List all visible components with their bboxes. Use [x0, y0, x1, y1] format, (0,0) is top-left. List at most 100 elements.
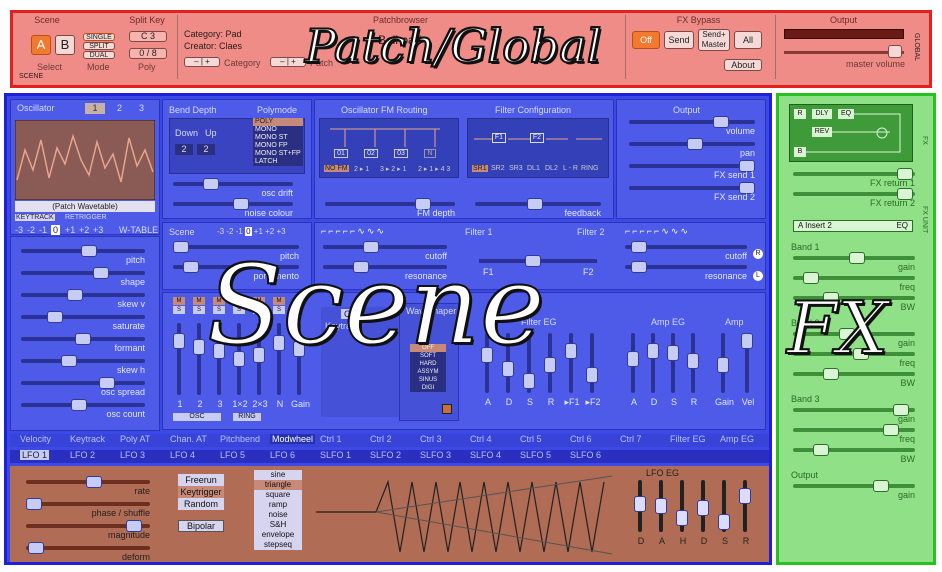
scene-step[interactable]: +3	[276, 227, 285, 236]
waveshaper-option[interactable]: SINUS	[410, 376, 446, 384]
keytrack-toggle[interactable]: KEYTRACK	[15, 214, 55, 221]
osc-tab-1[interactable]: 1	[85, 103, 105, 114]
fx-bypass-off[interactable]: Off	[632, 31, 660, 49]
fx-bypass-all[interactable]: All	[734, 31, 762, 49]
scene-step[interactable]: +2	[265, 227, 274, 236]
filter-type-option[interactable]: L - R	[562, 165, 579, 172]
scene-mode-single[interactable]: SINGLE	[83, 33, 115, 41]
osc-step[interactable]: +3	[93, 225, 103, 235]
mod-source[interactable]: Velocity	[20, 434, 51, 444]
polymode-option[interactable]: MONO FP	[253, 142, 303, 150]
osc-tab-2[interactable]: 2	[117, 103, 122, 113]
mixer-0-fader[interactable]	[173, 333, 185, 349]
lfo-tab[interactable]: LFO 1	[20, 450, 50, 460]
waveshaper-option[interactable]: DIGI	[410, 384, 446, 392]
patch-name[interactable]: Bell pad	[378, 33, 421, 47]
amp-1-fader[interactable]	[741, 333, 753, 349]
polymode-option[interactable]: MONO ST+FP	[253, 150, 303, 158]
filter-eg-1-fader[interactable]	[502, 361, 514, 377]
osc-step-selected[interactable]: 0	[51, 225, 61, 235]
scene-step[interactable]: -1	[236, 227, 243, 236]
mod-source[interactable]: Ctrl 7	[620, 434, 642, 444]
lfo-shape-option[interactable]: stepseq	[254, 540, 302, 550]
mod-source[interactable]: Ctrl 5	[520, 434, 542, 444]
lfo-eg-0-fader[interactable]	[634, 496, 646, 512]
filter-eg-3-fader[interactable]	[544, 357, 556, 373]
mod-source[interactable]: Pitchbend	[220, 434, 260, 444]
mod-source[interactable]: Ctrl 2	[370, 434, 392, 444]
filter-type-option[interactable]: SR3	[508, 165, 524, 172]
osc-step[interactable]: -2	[27, 225, 35, 235]
lfo-tab[interactable]: SLFO 5	[520, 450, 551, 460]
scene-step[interactable]: -3	[217, 227, 224, 236]
bend-up-value[interactable]: 2	[197, 144, 215, 155]
mod-source[interactable]: Ctrl 1	[320, 434, 342, 444]
mod-source[interactable]: Chan. AT	[170, 434, 207, 444]
lfo-shape-option[interactable]: sine	[254, 470, 302, 480]
polymode-option[interactable]: LATCH	[253, 158, 303, 166]
osc-step[interactable]: -3	[15, 225, 23, 235]
fm-option[interactable]: 2 ▸ 1 ▸ 4 3	[418, 165, 450, 173]
scene-b-button[interactable]: B	[55, 35, 75, 55]
lfo-tab[interactable]: LFO 5	[220, 450, 245, 460]
patch-prev-next[interactable]: – | +	[270, 57, 306, 67]
scene-mode-split[interactable]: SPLIT	[83, 42, 115, 50]
fx-bypass-send[interactable]: Send	[664, 31, 694, 49]
bipolar-toggle[interactable]: Bipolar	[178, 520, 224, 532]
waveshaper-icon[interactable]	[442, 404, 452, 414]
mixer-1-fader[interactable]	[193, 339, 205, 355]
lfo-shape-option[interactable]: triangle	[254, 480, 302, 490]
mixer-mute-button[interactable]: M	[253, 297, 265, 305]
fx-bypass-send-master[interactable]: Send+ Master	[698, 29, 730, 51]
amp-eg-2-fader[interactable]	[667, 345, 679, 361]
lfo-trigger-option[interactable]: Random	[178, 498, 224, 510]
filter-type-option[interactable]: DL2	[544, 165, 559, 172]
filter-type-option[interactable]: RING	[580, 165, 600, 172]
split-key-value[interactable]: C 3	[129, 31, 167, 42]
amp-eg-3-fader[interactable]	[687, 353, 699, 369]
wavetable-selector[interactable]: (Patch Wavetable)	[15, 201, 155, 212]
polymode-option[interactable]: MONO	[253, 126, 303, 134]
mixer-solo-button[interactable]: S	[273, 306, 285, 314]
lfo-tab[interactable]: LFO 6	[270, 450, 295, 460]
fx-insert-selector[interactable]: A Insert 2 EQ	[793, 220, 913, 232]
mod-source[interactable]: Poly AT	[120, 434, 150, 444]
mixer-4-fader[interactable]	[253, 347, 265, 363]
waveshaper-option[interactable]: HARD	[410, 360, 446, 368]
lfo-tab[interactable]: LFO 3	[120, 450, 145, 460]
mixer-5-fader[interactable]	[273, 335, 285, 351]
filter-type-option[interactable]: SR2	[490, 165, 506, 172]
mixer-mute-button[interactable]: M	[233, 297, 245, 305]
waveshaper-option[interactable]: OFF	[410, 344, 446, 352]
lfo-shape-option[interactable]: ramp	[254, 500, 302, 510]
category-prev-next[interactable]: – | +	[184, 57, 220, 67]
osc-tab-3[interactable]: 3	[139, 103, 144, 113]
filter-eg-4-fader[interactable]	[565, 343, 577, 359]
mod-source[interactable]: Filter EG	[670, 434, 706, 444]
fm-option[interactable]: 2 ▸ 1	[354, 165, 369, 173]
lfo-tab[interactable]: SLFO 4	[470, 450, 501, 460]
mod-source[interactable]: Keytrack	[70, 434, 105, 444]
mixer-solo-button[interactable]: S	[173, 306, 185, 314]
mixer-6-fader[interactable]	[293, 341, 305, 357]
mixer-solo-button[interactable]: S	[213, 306, 225, 314]
filter2-type-icons[interactable]: ⌐⌐⌐⌐⌐∿∿∿	[625, 226, 690, 237]
osc-step[interactable]: +2	[79, 225, 89, 235]
lfo-eg-4-fader[interactable]	[718, 514, 730, 530]
filter-balance-slider[interactable]	[525, 255, 541, 267]
mixer-3-fader[interactable]	[233, 351, 245, 367]
keytrack-root[interactable]: C 3	[341, 309, 362, 319]
filter-eg-2-fader[interactable]	[523, 373, 535, 389]
filter-eg-0-fader[interactable]	[481, 347, 493, 363]
mixer-mute-button[interactable]: M	[193, 297, 205, 305]
waveshaper-option[interactable]: ASSYM	[410, 368, 446, 376]
lfo-trigger-option[interactable]: Keytrigger	[178, 486, 224, 498]
lfo-eg-2-fader[interactable]	[676, 510, 688, 526]
mod-source[interactable]: Amp EG	[720, 434, 754, 444]
lfo-tab[interactable]: LFO 4	[170, 450, 195, 460]
scene-step-selected[interactable]: 0	[245, 227, 252, 236]
waveshaper-option[interactable]: SOFT	[410, 352, 446, 360]
mixer-2-fader[interactable]	[213, 343, 225, 359]
mixer-solo-button[interactable]: S	[233, 306, 245, 314]
mod-source[interactable]: Ctrl 6	[570, 434, 592, 444]
